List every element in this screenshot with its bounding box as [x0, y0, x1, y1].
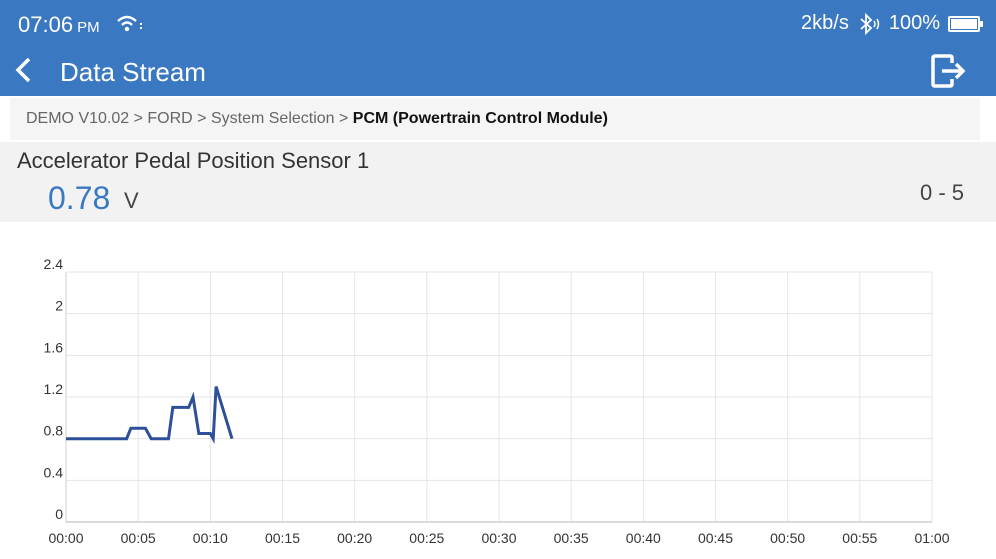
app-bar: 07:06 PM 2kb/s 100% Data Stream [0, 0, 996, 96]
status-right: 2kb/s 100% [801, 12, 983, 35]
x-tick-label: 00:30 [481, 530, 516, 546]
breadcrumb: DEMO V10.02 > FORD > System Selection > … [10, 98, 980, 140]
sensor-name: Accelerator Pedal Position Sensor 1 [17, 148, 370, 173]
series-line [66, 386, 234, 444]
sensor-value: 0.78 [48, 180, 111, 216]
x-tick-label: 00:40 [626, 530, 661, 546]
back-icon[interactable] [12, 56, 36, 84]
x-tick-label: 00:20 [337, 530, 372, 546]
wifi-icon [117, 15, 142, 32]
x-tick-label: 01:00 [914, 530, 949, 546]
status-ampm: PM [77, 19, 100, 36]
y-tick-label: 0 [55, 506, 63, 522]
y-tick-label: 2 [55, 298, 63, 314]
x-tick-label: 00:05 [121, 530, 156, 546]
status-time-value: 07:06 [18, 12, 74, 37]
y-tick-label: 0.8 [44, 423, 64, 439]
sensor-chart: 00:00 00:05 00:10 00:15 00:20 00:25 00:30 00:35… [44, 256, 950, 546]
x-tick-label: 00:55 [842, 530, 877, 546]
x-tick-label: 00:00 [48, 530, 83, 546]
x-tick-label: 00:50 [770, 530, 805, 546]
x-tick-label: 00:10 [193, 530, 228, 546]
breadcrumb-current: PCM (Powertrain Control Module) [352, 110, 608, 127]
bluetooth-icon [860, 12, 880, 35]
x-tick-label: 00:45 [698, 530, 733, 546]
sensor-unit: V [124, 188, 139, 213]
exit-icon[interactable] [930, 54, 966, 88]
status-time: 07:06 PM [18, 12, 100, 38]
x-tick-label: 00:35 [554, 530, 589, 546]
network-speed: 2kb/s [801, 12, 849, 34]
sensor-panel: Accelerator Pedal Position Sensor 1 0.78… [0, 142, 996, 222]
battery-icon [948, 15, 983, 32]
y-tick-label: 1.2 [44, 381, 64, 397]
y-tick-label: 0.4 [44, 464, 64, 480]
page-title: Data Stream [60, 57, 206, 87]
x-tick-label: 00:25 [409, 530, 444, 546]
y-tick-label: 1.6 [44, 339, 64, 355]
battery-percent: 100% [888, 12, 940, 34]
breadcrumb-path[interactable]: DEMO V10.02 > FORD > System Selection > [26, 110, 353, 127]
sensor-range: 0 - 5 [919, 180, 964, 205]
x-tick-label: 00:15 [265, 530, 300, 546]
y-tick-label: 2.4 [44, 256, 64, 272]
